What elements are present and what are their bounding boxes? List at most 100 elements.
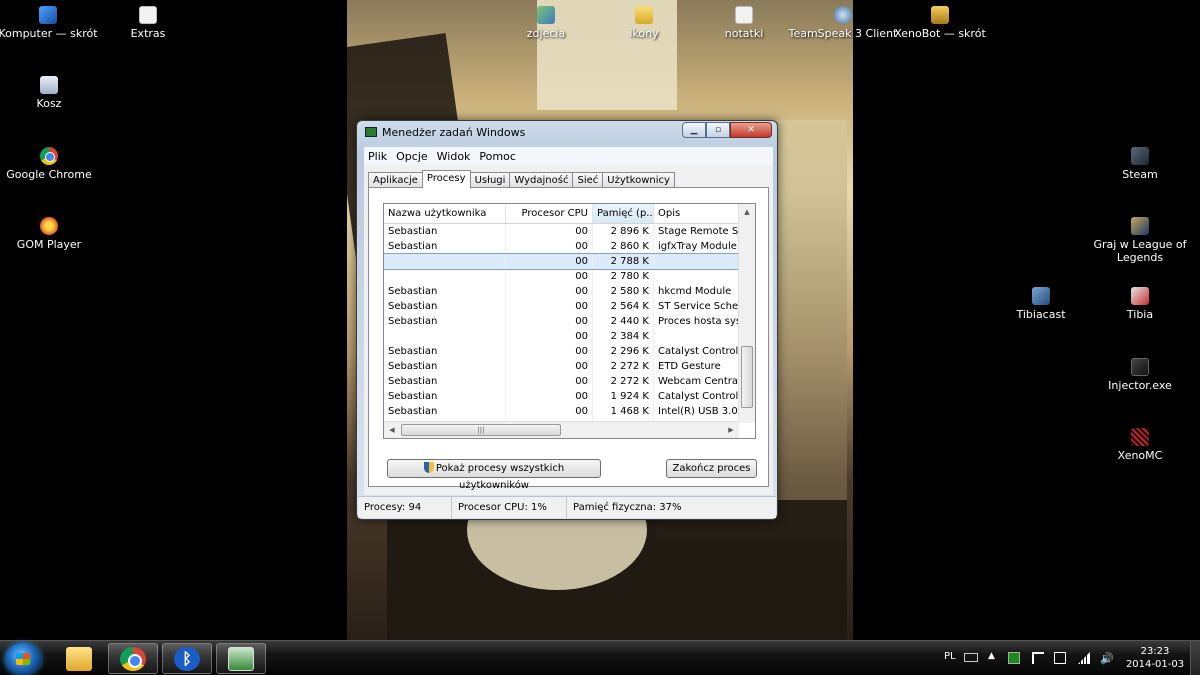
column-memory[interactable]: Pamięć (p... [593,204,654,223]
desktop-icon-injector[interactable]: Injector.exe [1090,358,1190,392]
scroll-thumb[interactable]: ||| [401,424,561,436]
show-all-processes-label: Pokaż procesy wszystkich użytkowników [435,463,565,491]
task-manager-icon [228,646,254,671]
desktop-icon-xenobot[interactable]: XenoBot — skrót [890,6,990,40]
menu-pomoc[interactable]: Pomoc [479,150,515,163]
cell-memory: 2 780 K [593,269,654,284]
file-icon [735,6,753,24]
desktop-icon-steam[interactable]: Steam [1090,147,1190,181]
tab-siec[interactable]: Sieć [572,172,604,188]
cell-memory: 2 384 K [593,329,654,344]
table-row[interactable]: Sebastian001 468 K Intel(R) USB 3.0 M [384,404,739,419]
taskbar-explorer[interactable] [54,643,104,674]
column-description[interactable]: Opis [654,204,739,223]
cell-cpu: 00 [506,404,593,419]
show-all-processes-button[interactable]: Pokaż procesy wszystkich użytkowników [387,459,601,491]
column-cpu[interactable]: Procesor CPU [506,204,593,223]
desktop-icon-label: Google Chrome [6,168,92,181]
taskbar-bluetooth[interactable]: ᛒ [162,643,212,674]
desktop-icon-label: XenoMC [1117,449,1163,462]
injector-icon [1131,358,1149,376]
desktop-icon-label: Steam [1122,168,1158,181]
task-manager-window: Menedżer zadań Windows ▁ ▫ ✕ Plik Opcje … [356,120,778,520]
desktop-icon-teamspeak[interactable]: TeamSpeak 3 Client [783,6,903,40]
desktop-icon-chrome[interactable]: Google Chrome [0,147,99,181]
show-desktop-button[interactable] [1190,641,1200,675]
minimize-button[interactable]: ▁ [682,122,706,138]
start-button[interactable] [5,643,41,675]
title-bar[interactable]: Menedżer zadań Windows ▁ ▫ ✕ [357,121,777,143]
desktop-icon-xenomc[interactable]: XenoMC [1090,428,1190,462]
table-row[interactable]: Sebastian002 896 K Stage Remote Serv [384,224,739,239]
table-row[interactable]: Sebastian002 296 K Catalyst Control C [384,344,739,359]
cell-cpu: 00 [506,224,593,239]
tab-procesy[interactable]: Procesy [421,170,471,189]
desktop-icon-label: Kosz [36,97,62,110]
show-hidden-icons-icon[interactable]: ▲ [988,651,995,661]
menu-plik[interactable]: Plik [368,150,387,163]
cell-memory: 2 564 K [593,299,654,314]
scroll-up-icon[interactable]: ▲ [739,204,755,220]
uac-shield-icon [423,462,434,473]
action-center-icon[interactable] [1032,652,1044,664]
end-process-button[interactable]: Zakończ proces [666,459,757,478]
scroll-left-icon[interactable]: ◀ [384,422,400,438]
tibiacast-icon [1032,287,1050,305]
desktop-icon-label: zdjecia [526,27,566,40]
desktop-icon-kosz[interactable]: Kosz [0,76,99,110]
taskbar-chrome[interactable] [108,643,158,674]
cell-user [384,254,506,269]
column-user[interactable]: Nazwa użytkownika [384,204,506,223]
cell-description: igfxTray Module [658,241,737,252]
scroll-thumb[interactable] [741,346,753,408]
horizontal-scrollbar[interactable]: ◀ ||| ▶ [384,421,739,438]
cell-cpu: 00 [506,284,593,299]
battery-icon[interactable] [1054,652,1066,664]
desktop-icon-league[interactable]: Graj w League of Legends [1090,217,1190,264]
scroll-right-icon[interactable]: ▶ [723,422,739,438]
desktop-icon-extras[interactable]: Extras [98,6,198,40]
table-row[interactable]: 00 2 384 K [384,329,739,344]
table-row[interactable]: Sebastian002 440 K Proces hosta syste [384,314,739,329]
vertical-scrollbar[interactable]: ▲ [738,204,755,423]
cell-user: Sebastian [384,359,506,374]
keyboard-icon[interactable] [964,653,978,662]
language-indicator[interactable]: PL [944,651,956,662]
menu-opcje[interactable]: Opcje [396,150,428,163]
cell-cpu: 00 [506,314,593,329]
table-row[interactable]: Sebastian 00 2 272 K Webcam Central [384,374,739,389]
table-row[interactable]: Sebastian 00 2 580 K hkcmd Module [384,284,739,299]
table-row[interactable]: Sebastian 00 2 860 K igfxTray Module [384,239,739,254]
desktop-icon-ikony[interactable]: ikony [594,6,694,40]
league-of-legends-icon [1131,217,1149,235]
desktop-icon-zdjecia[interactable]: zdjecia [496,6,596,40]
process-list[interactable]: Nazwa użytkownika Procesor CPU Pamięć (p… [383,203,756,439]
desktop-icon-notatki[interactable]: notatki [694,6,794,40]
tab-uslugi[interactable]: Usługi [469,172,511,188]
table-row[interactable]: 00 2 788 K [384,253,740,270]
restore-button[interactable]: ▫ [706,122,730,138]
close-button[interactable]: ✕ [730,122,772,138]
table-row[interactable]: 00 2 780 K [384,269,739,284]
volume-icon[interactable]: 🔊 [1100,652,1114,665]
list-header: Nazwa użytkownika Procesor CPU Pamięć (p… [384,204,739,224]
tab-uzytkownicy[interactable]: Użytkownicy [602,172,675,188]
xenobot-icon [931,6,949,24]
window-title: Menedżer zadań Windows [382,126,526,139]
table-row[interactable]: Sebastian002 564 K ST Service Schedu [384,299,739,314]
desktop-icon-tibia[interactable]: Tibia [1090,287,1190,321]
desktop-icon-komputer[interactable]: Komputer — skrót [0,6,98,40]
network-icon[interactable] [1078,652,1090,664]
table-row[interactable]: Sebastian 00 2 272 K ETD Gesture [384,359,739,374]
cell-user [384,269,506,284]
desktop-icon-tibiacast[interactable]: Tibiacast [991,287,1091,321]
tab-aplikacje[interactable]: Aplikacje [368,172,423,188]
clock[interactable]: 23:23 2014-01-03 [1120,645,1190,671]
menu-widok[interactable]: Widok [437,150,471,163]
tray-app-icon[interactable] [1008,652,1020,664]
cell-description: Proces hosta syste [658,316,739,327]
taskbar-task-manager[interactable] [216,643,266,674]
table-row[interactable]: Sebastian001 924 K Catalyst Control C [384,389,739,404]
tab-wydajnosc[interactable]: Wydajność [509,172,574,188]
desktop-icon-gom-player[interactable]: GOM Player [0,217,99,251]
